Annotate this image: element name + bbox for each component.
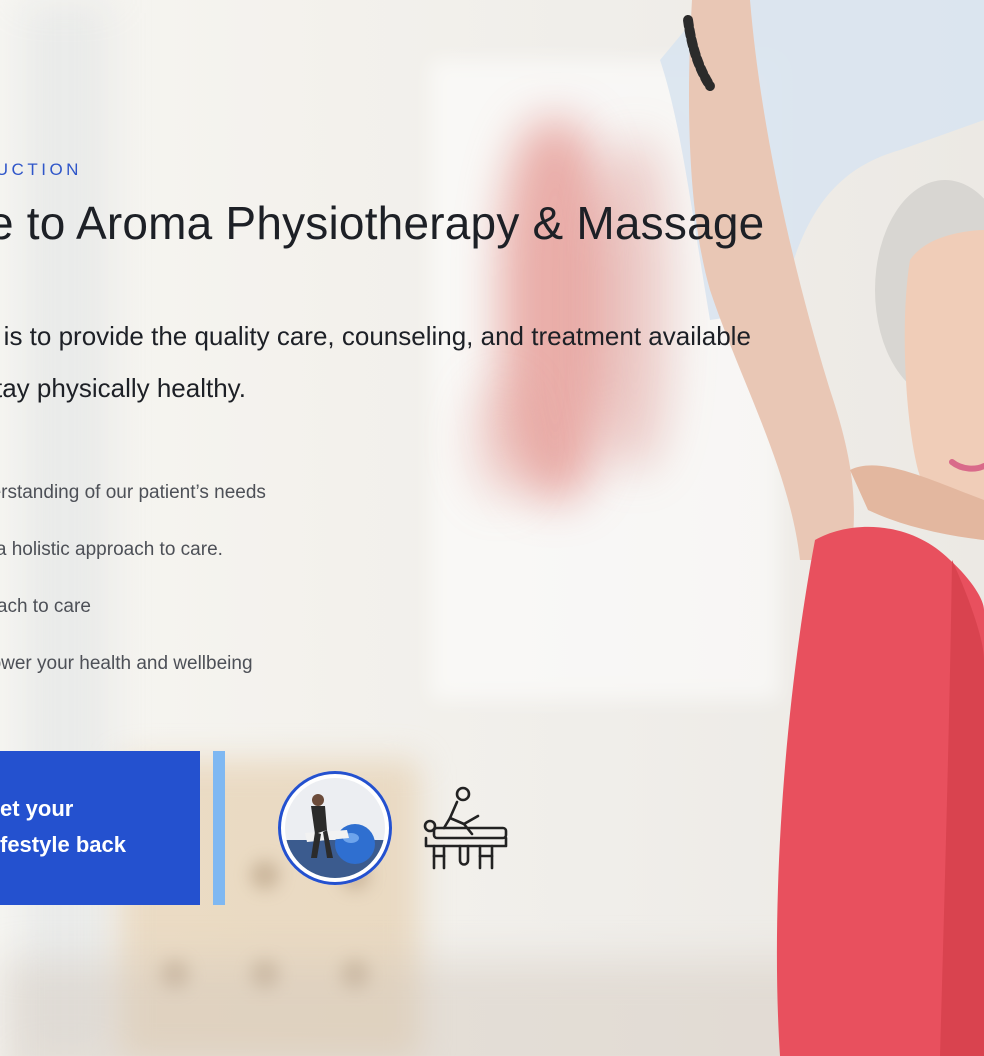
intro-lead: e is to provide the quality care, counse… <box>0 310 982 414</box>
cta-accent-bar <box>213 751 225 905</box>
feature-item: roach to care <box>0 596 91 617</box>
hero-section: DUCTION e to Aroma Physiotherapy & Massa… <box>0 0 984 1056</box>
section-eyebrow: DUCTION <box>0 160 82 179</box>
feature-list: derstanding of our patient’s needs g a h… <box>0 478 266 706</box>
cta-label: festyle back <box>0 832 126 857</box>
lead-line: stay physically healthy. <box>0 373 246 403</box>
get-lifestyle-back-button[interactable]: et your festyle back <box>0 751 200 905</box>
lead-line: e is to provide the quality care, counse… <box>0 321 751 351</box>
feature-item: g a holistic approach to care. <box>0 539 223 560</box>
massage-table-icon <box>420 784 510 870</box>
cta-label: et your <box>0 796 74 821</box>
exercise-ball-thumbnail <box>278 771 392 885</box>
page-title: e to Aroma Physiotherapy & Massage <box>0 197 765 249</box>
feature-item: power your health and wellbeing <box>0 653 253 674</box>
feature-item: derstanding of our patient’s needs <box>0 482 266 503</box>
intro-content: DUCTION e to Aroma Physiotherapy & Massa… <box>0 0 984 1056</box>
